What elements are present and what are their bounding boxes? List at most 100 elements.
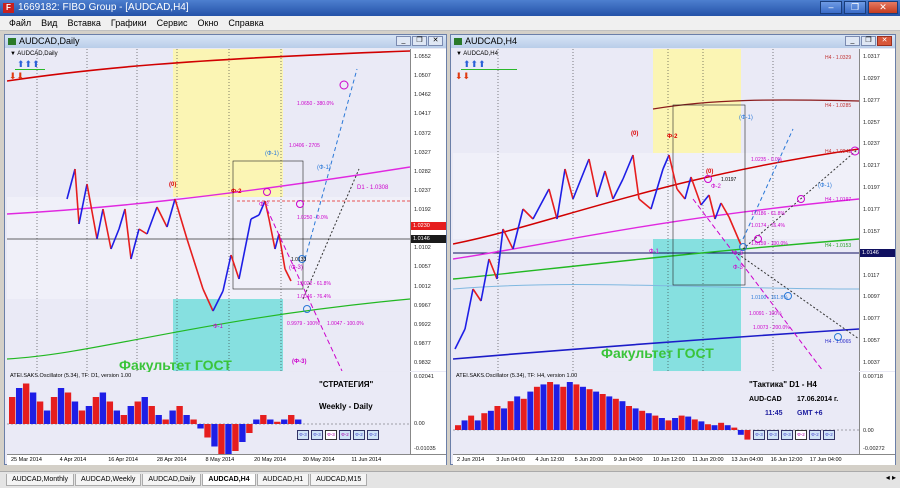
close-icon[interactable]: ✕ xyxy=(868,1,898,14)
price-tick-label: 1.0117 xyxy=(863,272,880,279)
current-price-tag: 1.0146 xyxy=(411,235,446,243)
minimize-icon[interactable]: _ xyxy=(396,36,411,46)
tab-weekly[interactable]: AUDCAD,Weekly xyxy=(75,474,142,486)
wave-phi2-label: Ф-2 xyxy=(231,189,242,195)
price-axis[interactable]: 1.0552 1.0507 1.0462 1.0417 1.0372 1.0327 1.02… xyxy=(410,49,446,371)
menu-file[interactable]: Файл xyxy=(4,16,36,30)
scroll-left-icon[interactable]: ◂ xyxy=(886,473,890,482)
scroll-right-icon[interactable]: ▸ xyxy=(892,473,896,482)
fib-level-label: 1.0186 - 61.8% xyxy=(751,211,785,217)
price-axis[interactable]: 1.0317 1.0297 1.0277 1.0257 1.0237 1.0217 1.01… xyxy=(859,49,895,371)
osc-bar xyxy=(127,406,134,424)
tab-h1[interactable]: AUDCAD,H1 xyxy=(256,474,310,486)
menu-tools[interactable]: Сервис xyxy=(152,16,193,30)
osc-bar xyxy=(36,401,44,424)
osc-bar xyxy=(665,420,672,430)
price-tick-label: 1.0277 xyxy=(863,97,880,104)
tab-m15[interactable]: AUDCAD,M15 xyxy=(310,474,368,486)
phi3-button[interactable]: Ф-3 xyxy=(753,430,765,440)
target-circle xyxy=(339,80,349,90)
osc-bar xyxy=(190,419,197,424)
tab-scroller: ◂ ▸ xyxy=(886,473,896,482)
signal-divider xyxy=(461,69,517,70)
fib-zone xyxy=(453,153,859,239)
restore-icon[interactable]: ❐ xyxy=(844,1,866,14)
chart-window-h4[interactable]: AUDCAD,H4 _ ❐ ✕ ▼ AUDCAD,H4 ⬆⬆⬆ ⬇⬇ (0) (… xyxy=(450,34,896,465)
menu-help[interactable]: Справка xyxy=(223,16,268,30)
price-tick-label: 1.0297 xyxy=(863,75,880,82)
price-tick-label: 1.0197 xyxy=(863,185,880,192)
chart-tab-bar: AUDCAD,Monthly AUDCAD,Weekly AUDCAD,Dail… xyxy=(0,471,900,488)
gost-watermark: Факультет ГОСТ xyxy=(601,345,714,361)
wave-phi2-label: Ф-2 xyxy=(259,202,269,208)
strategy-title: "СТРАТЕГИЯ" xyxy=(319,380,374,389)
price-tick-label: 0.9967 xyxy=(414,302,431,309)
phi3-button[interactable]: Ф-3 xyxy=(781,430,793,440)
osc-bar xyxy=(704,424,711,430)
osc-bar xyxy=(474,420,481,430)
date-tick-label: 4 Apr 2014 xyxy=(59,457,87,463)
price-tick-label: 1.0012 xyxy=(414,283,431,290)
menu-view[interactable]: Вид xyxy=(36,16,62,30)
price-tick-label: 1.0037 xyxy=(863,360,880,366)
phi3-button[interactable]: Ф-3 xyxy=(297,430,309,440)
phi3-button[interactable]: Ф-3 xyxy=(325,430,337,440)
menu-window[interactable]: Окно xyxy=(193,16,224,30)
osc-bar xyxy=(92,397,100,424)
oscillator-panel[interactable]: ATEI.SAKS.Oscillator (5.34), TF: D1, ver… xyxy=(7,372,410,454)
osc-bar xyxy=(197,424,204,429)
price-tick-label: 1.0327 xyxy=(414,149,431,156)
restore-icon[interactable]: ❐ xyxy=(412,36,427,46)
wave-phi1-label: (Ф-1) xyxy=(818,183,832,189)
oscillator-panel[interactable]: ATEI.SAKS.Oscillator (5.34), TF: H4, ver… xyxy=(453,372,859,454)
chart-window-title[interactable]: AUDCAD,Daily _ ❐ ✕ xyxy=(5,35,446,48)
date-tick-label: 5 Jun 20:00 xyxy=(574,457,604,463)
restore-icon[interactable]: ❐ xyxy=(861,36,876,46)
minimize-icon[interactable]: – xyxy=(820,1,842,14)
osc-bar xyxy=(204,424,211,438)
wave-phi3-label: Ф-3 xyxy=(733,251,743,257)
phi2-button[interactable]: Ф-2 xyxy=(353,430,365,440)
close-icon[interactable]: ✕ xyxy=(877,36,892,46)
chart-title: AUDCAD,Daily xyxy=(19,36,80,46)
phi2-button[interactable]: Ф-2 xyxy=(795,430,807,440)
tab-monthly[interactable]: AUDCAD,Monthly xyxy=(6,474,75,486)
chart-window-daily[interactable]: AUDCAD,Daily _ ❐ ✕ ▼ AUDCAD,Daily ⬆⬆⬆ ⬇⬇… xyxy=(4,34,447,465)
chart-window-title[interactable]: AUDCAD,H4 _ ❐ ✕ xyxy=(451,35,895,48)
price-plot[interactable]: ▼ AUDCAD,Daily ⬆⬆⬆ ⬇⬇ (0) (Ф-1) (Ф-1) Ф-… xyxy=(7,49,410,373)
osc-bar xyxy=(281,419,288,424)
price-tick-label: 0.9922 xyxy=(414,321,431,328)
price-segment xyxy=(480,258,490,302)
close-icon[interactable]: ✕ xyxy=(428,36,443,46)
window-title: 1669182: FIBO Group - [AUDCAD,H4] xyxy=(18,2,189,13)
price-tick-label: 1.0462 xyxy=(414,92,431,99)
h4-level-label: H4 - 1.0197 xyxy=(825,197,852,203)
fib-level-label: 1.0650 - 380.0% xyxy=(297,101,334,107)
phi2-button[interactable]: Ф-2 xyxy=(367,430,379,440)
h4-level-label: H4 - 1.0153 xyxy=(825,243,852,249)
price-plot[interactable]: ▼ AUDCAD,H4 ⬆⬆⬆ ⬇⬇ (0) (0) Ф-2 Ф-2 (Ф-1)… xyxy=(453,49,859,371)
phi2-button[interactable]: Ф-2 xyxy=(339,430,351,440)
minimize-icon[interactable]: _ xyxy=(845,36,860,46)
fib-level-label: 1.0197 xyxy=(721,177,737,183)
phi2-button[interactable]: Ф-2 xyxy=(809,430,821,440)
fib-level-label: 1.0235 - 0.0% xyxy=(751,157,783,163)
osc-bar xyxy=(540,384,547,430)
osc-bar xyxy=(78,410,86,424)
phi3-button[interactable]: Ф-3 xyxy=(311,430,323,440)
price-segment xyxy=(472,288,482,302)
price-tick-label: 0.9832 xyxy=(414,360,431,366)
price-tick-label: 1.0237 xyxy=(863,141,880,148)
osc-bar xyxy=(560,386,567,430)
tab-h4[interactable]: AUDCAD,H4 xyxy=(202,474,256,486)
menu-charts[interactable]: Графики xyxy=(106,16,152,30)
menu-insert[interactable]: Вставка xyxy=(62,16,105,30)
phi2-button[interactable]: Ф-2 xyxy=(823,430,835,440)
tab-daily[interactable]: AUDCAD,Daily xyxy=(142,474,202,486)
osc-bar xyxy=(626,406,632,430)
osc-bar xyxy=(253,419,260,424)
osc-bar xyxy=(15,388,23,424)
arrows-down-icon: ⬇⬇ xyxy=(455,71,471,81)
phi3-button[interactable]: Ф-3 xyxy=(767,430,779,440)
osc-bar xyxy=(533,386,540,430)
